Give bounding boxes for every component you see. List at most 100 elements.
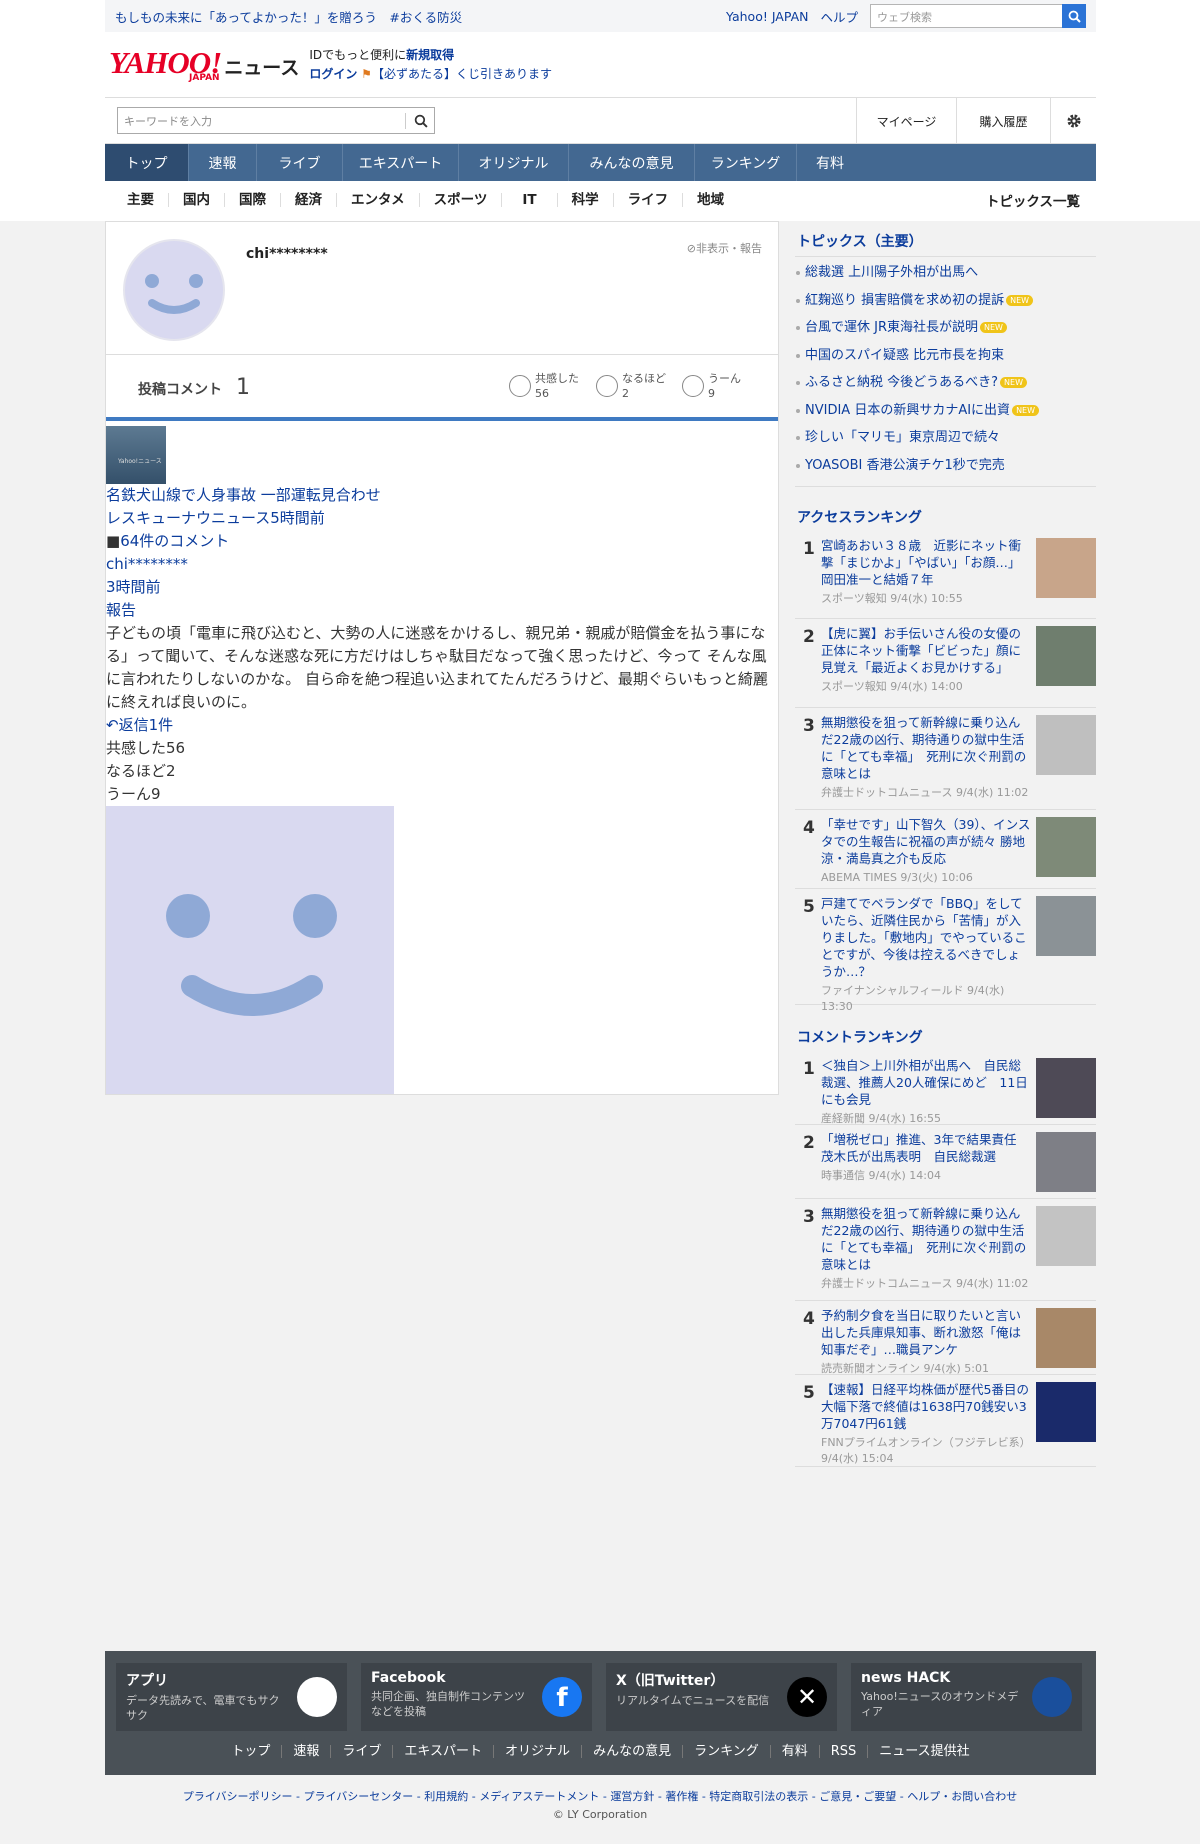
divider	[405, 112, 406, 129]
login-link[interactable]: ログイン	[309, 67, 357, 81]
rank-number: 5	[803, 1383, 815, 1403]
nav-opinion[interactable]: みんなの意見	[569, 144, 695, 181]
subnav-main[interactable]: 主要	[105, 193, 169, 207]
header: YAHOO! JAPAN ニュース IDでもっと便利に新規取得 ログイン ⚑【必…	[105, 32, 1096, 98]
nav-original[interactable]: オリジナル	[459, 144, 569, 181]
topic-item[interactable]: ふるさと納税 今後どうあるべき? NEW	[795, 369, 1096, 397]
signup-link[interactable]: 新規取得	[406, 48, 454, 62]
ranking-item[interactable]: 4 「幸せです」山下智久（39）、インスタでの生報告に祝福の声が続々 勝地涼・満島…	[795, 810, 1096, 889]
article-thumbnail[interactable]: Yahoo!ニュース	[106, 426, 166, 484]
footer-nav-item[interactable]: RSS	[820, 1745, 869, 1758]
hide-report-label: 非表示・報告	[696, 242, 762, 255]
subnav-domestic[interactable]: 国内	[169, 193, 225, 207]
web-search-button[interactable]	[1062, 4, 1086, 28]
topic-label: NVIDIA 日本の新興サカナAIに出資	[805, 402, 1011, 418]
footer-nav-item[interactable]: みんなの意見	[582, 1745, 684, 1758]
ranking-item[interactable]: 2 【虎に翼】お手伝いさん役の女優の正体にネット衝撃「ビビった」顔に見覚え「最近よ…	[795, 619, 1096, 708]
subnav-entertainment[interactable]: エンタメ	[337, 193, 420, 207]
footer-nav-item[interactable]: 有料	[771, 1745, 820, 1758]
search-row: キーワードを入力 マイページ 購入履歴	[105, 98, 1096, 144]
report-link[interactable]: 報告	[106, 601, 136, 619]
ranking-item[interactable]: 1 宮崎あおい３８歳 近影にネット衝撃「まじかよ」「やばい」「お顔…」岡田准一と結…	[795, 531, 1096, 619]
topic-item[interactable]: 台風で運休 JR東海社長が説明 NEW	[795, 314, 1096, 342]
topic-item[interactable]: 珍しい「マリモ」東京周辺で続々	[795, 424, 1096, 452]
comment-user[interactable]: chi********	[106, 555, 188, 573]
subnav-it[interactable]: IT	[502, 193, 558, 207]
subnav-world[interactable]: 国際	[225, 193, 281, 207]
mypage-link[interactable]: マイページ	[856, 98, 956, 144]
comments-count-link[interactable]: 64件のコメント	[120, 532, 229, 550]
campaign-link[interactable]: もしもの未来に「あってよかった！」を贈ろう #おくる防災	[115, 7, 462, 26]
naruhodo-count[interactable]: なるほど2	[106, 760, 780, 783]
subnav-science[interactable]: 科学	[558, 193, 614, 207]
yahoo-app-icon	[297, 1677, 337, 1717]
settings-button[interactable]	[1050, 98, 1096, 144]
rank-number: 2	[803, 1133, 815, 1153]
web-search-input[interactable]: ウェブ検索	[870, 4, 1062, 28]
ranking-item[interactable]: 5 【速報】日経平均株価が歴代5番目の大幅下落で終値は1638円70銭安い3万70…	[795, 1375, 1096, 1467]
subnav-economy[interactable]: 経済	[281, 193, 337, 207]
subnav-sports[interactable]: スポーツ	[420, 193, 503, 207]
nav-paid[interactable]: 有料	[797, 144, 863, 181]
footer-nav-item[interactable]: 速報	[282, 1745, 332, 1758]
nav-flash[interactable]: 速報	[189, 144, 257, 181]
legal-links[interactable]: プライバシーポリシー - プライバシーセンター - 利用規約 - メディアステー…	[0, 1788, 1200, 1804]
keyword-search[interactable]: キーワードを入力	[117, 107, 435, 134]
ranking-item[interactable]: 1 ＜独自＞上川外相が出馬へ 自民総裁選、推薦人20人確保にめど 11日にも会見産…	[795, 1051, 1096, 1125]
hide-report-link[interactable]: ⊘非表示・報告	[687, 240, 762, 256]
topic-item[interactable]: NVIDIA 日本の新興サカナAIに出資 NEW	[795, 397, 1096, 425]
ranking-item[interactable]: 4 予約制夕食を当日に取りたいと言い出した兵庫県知事、断れ激怒「俺は知事だぞ」…職…	[795, 1301, 1096, 1375]
search-icon[interactable]	[414, 114, 428, 128]
topic-item[interactable]: 総裁選 上川陽子外相が出馬へ	[795, 259, 1096, 287]
rank-source: スポーツ報知 9/4(水) 10:55	[821, 592, 963, 605]
empathy-count[interactable]: 共感した56	[106, 737, 780, 760]
lottery-link[interactable]: 【必ずあたる】くじ引きあります	[372, 67, 552, 81]
footer-nav: トップ 速報 ライブ エキスパート オリジナル みんなの意見 ランキング 有料 RSS ニュース提…	[105, 1745, 1096, 1758]
footer-nav-item[interactable]: ランキング	[683, 1745, 771, 1758]
footer-nav-item[interactable]: ニュース提供社	[868, 1745, 980, 1758]
nav-ranking[interactable]: ランキング	[695, 144, 797, 181]
ranking-item[interactable]: 5 戸建てでベランダで「BBQ」をしていたら、近隣住民から「苦情」が入りました。「…	[795, 889, 1096, 1013]
new-badge: NEW	[1000, 377, 1027, 388]
nav-top[interactable]: トップ	[105, 144, 189, 181]
yahoo-news-logo[interactable]: YAHOO! JAPAN ニュース	[109, 47, 299, 83]
purchase-history-link[interactable]: 購入履歴	[956, 98, 1050, 144]
replies-link[interactable]: 返信1件	[119, 716, 174, 734]
ranking-item[interactable]: 3 無期懲役を狙って新幹線に乗り込んだ22歳の凶行、期待通りの獄中生活に「とても幸…	[795, 1199, 1096, 1301]
nav-expert[interactable]: エキスパート	[343, 144, 459, 181]
yahoo-japan-link[interactable]: Yahoo! JAPAN	[726, 9, 808, 24]
footer-nav-item[interactable]: オリジナル	[494, 1745, 583, 1758]
reaction-naruhodo: なるほど 2	[596, 371, 666, 401]
rank-title: 【虎に翼】お手伝いさん役の女優の正体にネット衝撃「ビビった」顔に見覚え「最近よく…	[821, 626, 1022, 675]
rank-text: ＜独自＞上川外相が出馬へ 自民総裁選、推薦人20人確保にめど 11日にも会見 産経…	[821, 1057, 1031, 1125]
footer-nav-item[interactable]: エキスパート	[393, 1745, 495, 1758]
footer-app-card[interactable]: アプリ データ先読みで、電車でもサクサク	[116, 1663, 347, 1731]
topic-item[interactable]: 中国のスパイ疑惑 比元市長を拘束	[795, 342, 1096, 370]
article-title[interactable]: 名鉄犬山線で人身事故 一部運転見合わせ	[106, 486, 381, 504]
topics-list: 総裁選 上川陽子外相が出馬へ 紅麹巡り 損害賠償を求め初の提訴 NEW 台風で運休 J…	[795, 259, 1096, 479]
nav-live[interactable]: ライブ	[257, 144, 343, 181]
keyword-input[interactable]: キーワードを入力	[124, 113, 212, 129]
footer-nav-item[interactable]: ライブ	[331, 1745, 394, 1758]
ranking-item[interactable]: 2 「増税ゼロ」推進、3年で結果責任 茂木氏が出馬表明 自民総裁選 時事通信 9/4…	[795, 1125, 1096, 1199]
card-desc: リアルタイムでニュースを配信	[616, 1694, 770, 1707]
topics-list-link[interactable]: トピックス一覧	[986, 190, 1080, 210]
footer-nav-item[interactable]: トップ	[220, 1745, 283, 1758]
user-profile: chi******** ⊘非表示・報告	[106, 222, 778, 355]
article-source[interactable]: レスキューナウニュース5時間前	[106, 509, 325, 527]
subnav-local[interactable]: 地域	[683, 193, 738, 207]
topic-item[interactable]: 紅麹巡り 損害賠償を求め初の提訴 NEW	[795, 287, 1096, 315]
subnav-life[interactable]: ライフ	[614, 193, 684, 207]
footer-facebook-card[interactable]: Facebook 共同企画、独自制作コンテンツなどを投稿 f	[361, 1663, 592, 1731]
rank-thumbnail	[1036, 1132, 1096, 1192]
hammer-icon: ⚑	[361, 66, 372, 81]
rank-source: ABEMA TIMES 9/3(火) 10:06	[821, 871, 973, 884]
uun-count[interactable]: うーん9	[106, 783, 780, 806]
help-link[interactable]: ヘルプ	[820, 7, 858, 26]
comment-time[interactable]: 3時間前	[106, 578, 161, 596]
default-avatar-image	[106, 806, 394, 1094]
footer-newshack-card[interactable]: news HACK Yahoo!ニュースのオウンドメディア	[851, 1663, 1082, 1731]
topic-item[interactable]: YOASOBI 香港公演チケ1秒で完売	[795, 452, 1096, 480]
footer-x-card[interactable]: X（旧Twitter） リアルタイムでニュースを配信 ✕	[606, 1663, 837, 1731]
ranking-item[interactable]: 3 無期懲役を狙って新幹線に乗り込んだ22歳の凶行、期待通りの獄中生活に「とても幸…	[795, 708, 1096, 810]
